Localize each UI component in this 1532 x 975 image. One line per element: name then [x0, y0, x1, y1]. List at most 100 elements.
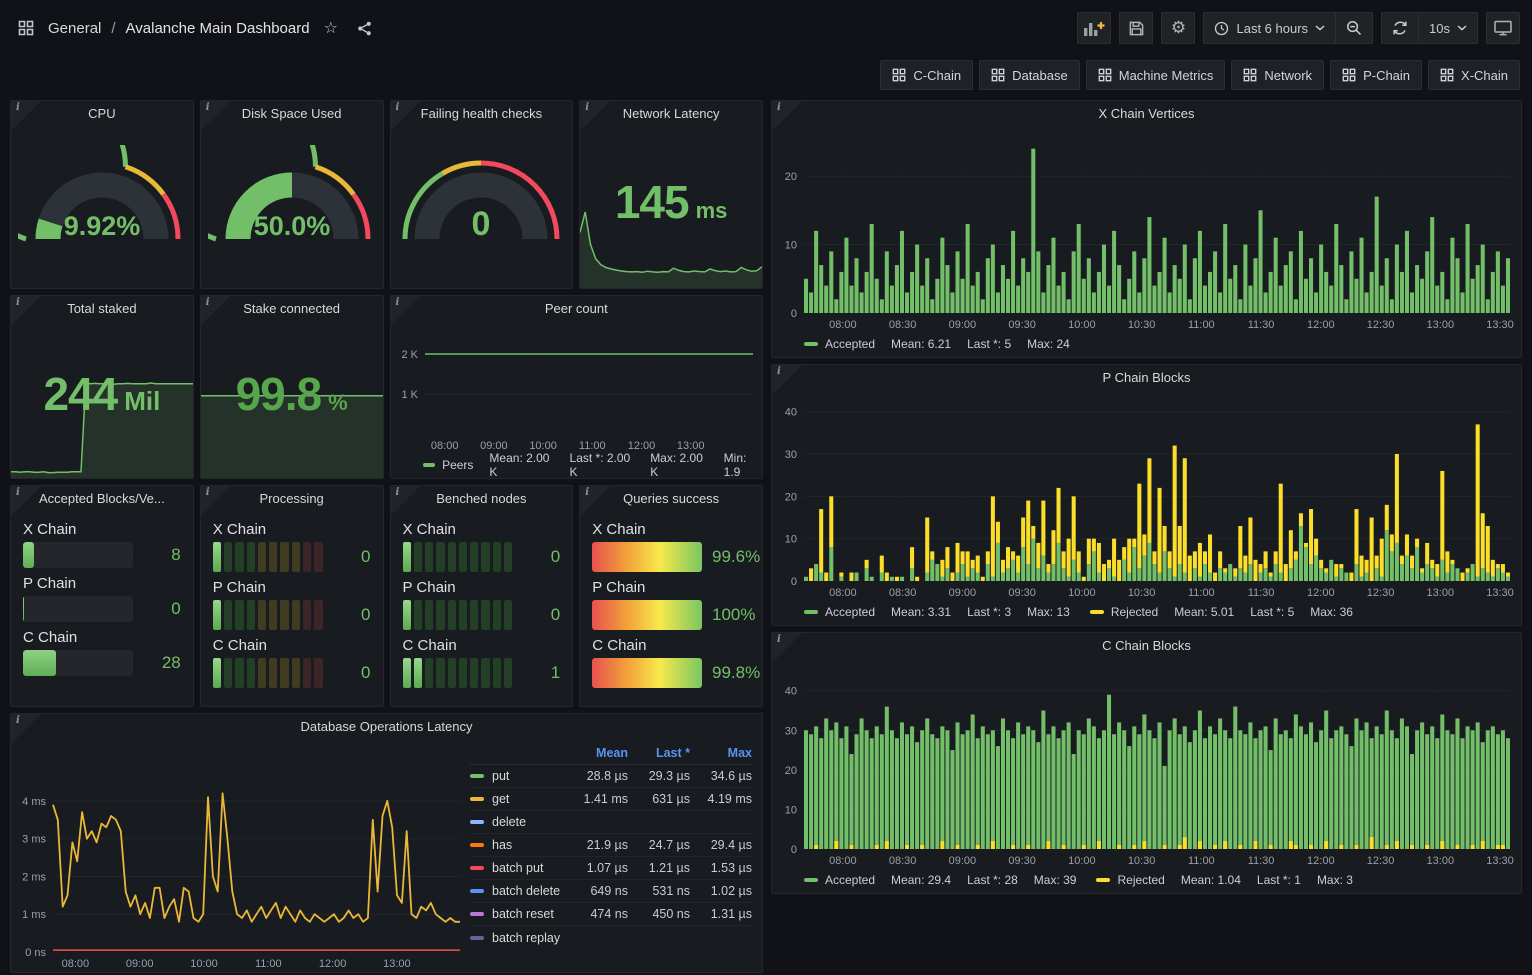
add-panel-button[interactable] — [1077, 12, 1111, 44]
legend-item-rejected[interactable]: RejectedMean: 1.04Last *: 1Max: 3 — [1096, 873, 1352, 887]
chevron-down-icon — [1315, 25, 1325, 31]
legend-item-accepted[interactable]: AcceptedMean: 6.21Last *: 5Max: 24 — [804, 337, 1070, 351]
legend-item-peers[interactable]: PeersMean: 2.00 KLast *: 2.00 KMax: 2.00… — [423, 451, 763, 479]
led-segment — [269, 542, 277, 572]
db-series-name[interactable]: has — [470, 838, 566, 852]
db-table-row-batch-replay: batch replay — [470, 926, 752, 949]
save-dashboard-button[interactable] — [1119, 12, 1153, 44]
legend-item-rejected[interactable]: RejectedMean: 5.01Last *: 5Max: 36 — [1090, 605, 1353, 619]
led-segment — [303, 600, 311, 630]
y-axis-tick: 20 — [785, 765, 797, 777]
led-gauge — [213, 658, 323, 688]
db-series-value: 21.9 µs — [566, 838, 628, 852]
x-axis-tick: 09:30 — [1008, 319, 1036, 331]
x-axis-tick: 10:30 — [1128, 319, 1156, 331]
db-table-header-mean[interactable]: Mean — [566, 746, 628, 760]
nav-link-x-chain[interactable]: X-Chain — [1428, 60, 1520, 90]
db-series-value: 1.07 µs — [566, 861, 628, 875]
panel-title[interactable]: P Chain Blocks — [772, 365, 1521, 391]
legend-swatch — [470, 797, 484, 801]
db-series-name[interactable]: batch delete — [470, 884, 566, 898]
panel-title[interactable]: Disk Space Used — [201, 101, 383, 127]
x-chain-vertices-chart: 08:0008:3009:0009:3010:0010:3011:0011:30… — [772, 127, 1521, 333]
panel-title[interactable]: Peer count — [391, 296, 763, 322]
panel-title[interactable]: Failing health checks — [391, 101, 573, 127]
zoom-out-button[interactable] — [1335, 13, 1372, 43]
db-table-header-last[interactable]: Last * — [628, 746, 690, 760]
stat-row-gauge: 99.6% — [592, 542, 750, 572]
panel-title[interactable]: Network Latency — [580, 101, 762, 127]
db-series-label: batch replay — [492, 931, 560, 945]
led-segment — [481, 600, 489, 630]
panel-title[interactable]: Database Operations Latency — [11, 714, 762, 740]
db-table-header-max[interactable]: Max — [690, 746, 752, 760]
nav-link-machine-metrics[interactable]: Machine Metrics — [1086, 60, 1226, 90]
refresh-button[interactable] — [1382, 13, 1418, 43]
star-icon[interactable]: ☆ — [320, 14, 342, 42]
dashboard-links: C-ChainDatabaseMachine MetricsNetwork P-C… — [0, 56, 1532, 94]
legend-stat: Mean: 29.4 — [891, 873, 951, 887]
panel-title[interactable]: Accepted Blocks/Ve... — [11, 486, 193, 512]
stat-row-gauge: 28 — [23, 650, 181, 676]
gauge-value: 9.92% — [64, 211, 141, 241]
nav-link-database[interactable]: Database — [979, 60, 1080, 90]
legend-stat: Mean: 3.31 — [891, 605, 951, 619]
stat-row-gauge: 8 — [23, 542, 181, 568]
db-series-name[interactable]: delete — [470, 815, 566, 829]
chart-svg: 08:0008:3009:0009:3010:0010:3011:0011:30… — [772, 391, 1521, 601]
panel-title[interactable]: C Chain Blocks — [772, 633, 1521, 659]
x-axis-tick: 13:00 — [1427, 855, 1455, 867]
stat-row-c-chain: C Chain1 — [403, 637, 561, 688]
gear-icon: ⚙ — [1171, 18, 1186, 38]
time-range-picker[interactable]: Last 6 hours — [1204, 13, 1335, 43]
panel-failing-health-checks: i Failing health checks 0 — [390, 100, 574, 289]
db-series-name[interactable]: get — [470, 792, 566, 806]
led-segment — [459, 658, 467, 688]
legend-stat: Min: 1.9 — [724, 451, 762, 479]
led-segment — [258, 658, 266, 688]
chart-svg: 08:0008:3009:0009:3010:0010:3011:0011:30… — [772, 127, 1521, 333]
stat-unit: % — [328, 390, 348, 416]
panel-title[interactable]: X Chain Vertices — [772, 101, 1521, 127]
db-series-value: 649 ns — [566, 884, 628, 898]
breadcrumb-separator: / — [111, 20, 115, 37]
nav-link-label: P-Chain — [1363, 68, 1410, 83]
share-icon[interactable] — [352, 16, 377, 41]
apps-grid-icon[interactable] — [14, 16, 38, 40]
page-title[interactable]: Avalanche Main Dashboard — [126, 20, 310, 37]
db-series-name[interactable]: batch reset — [470, 907, 566, 921]
legend-swatch — [804, 342, 818, 346]
db-series-name[interactable]: batch put — [470, 861, 566, 875]
db-series-name[interactable]: put — [470, 769, 566, 783]
panel-title[interactable]: Benched nodes — [391, 486, 573, 512]
x-axis-tick: 10:00 — [190, 958, 218, 970]
legend-stat: Mean: 1.04 — [1181, 873, 1241, 887]
refresh-interval-picker[interactable]: 10s — [1418, 13, 1477, 43]
breadcrumb-section[interactable]: General — [48, 20, 101, 37]
stat-row-label: X Chain — [23, 521, 181, 538]
panel-title[interactable]: Processing — [201, 486, 383, 512]
gauge-svg: 0 — [397, 145, 565, 245]
led-segment — [493, 542, 501, 572]
gauge-value: 0 — [472, 205, 491, 243]
nav-link-c-chain[interactable]: C-Chain — [880, 60, 973, 90]
stat-row-value: 0 — [333, 605, 371, 625]
dashboard-settings-button[interactable]: ⚙ — [1161, 12, 1195, 44]
stat-row-c-chain: C Chain28 — [23, 629, 181, 676]
x-axis-tick: 13:30 — [1486, 855, 1514, 867]
db-series-name[interactable]: batch replay — [470, 931, 566, 945]
legend-item-accepted[interactable]: AcceptedMean: 3.31Last *: 3Max: 13 — [804, 605, 1070, 619]
stat-row-gauge: 99.8% — [592, 658, 750, 688]
nav-link-network[interactable]: Network — [1231, 60, 1324, 90]
led-segment — [448, 658, 456, 688]
panel-title[interactable]: CPU — [11, 101, 193, 127]
x-axis-tick: 11:00 — [255, 958, 282, 970]
nav-link-p-chain[interactable]: P-Chain — [1330, 60, 1422, 90]
legend-item-accepted[interactable]: AcceptedMean: 29.4Last *: 28Max: 39 — [804, 873, 1076, 887]
health-gauge: 0 — [391, 145, 573, 245]
led-segment — [448, 600, 456, 630]
dashboard-grid-icon — [1440, 68, 1454, 82]
panel-title[interactable]: Queries success — [580, 486, 762, 512]
kiosk-mode-button[interactable] — [1486, 12, 1520, 44]
panel-title[interactable]: Stake connected — [201, 296, 383, 322]
